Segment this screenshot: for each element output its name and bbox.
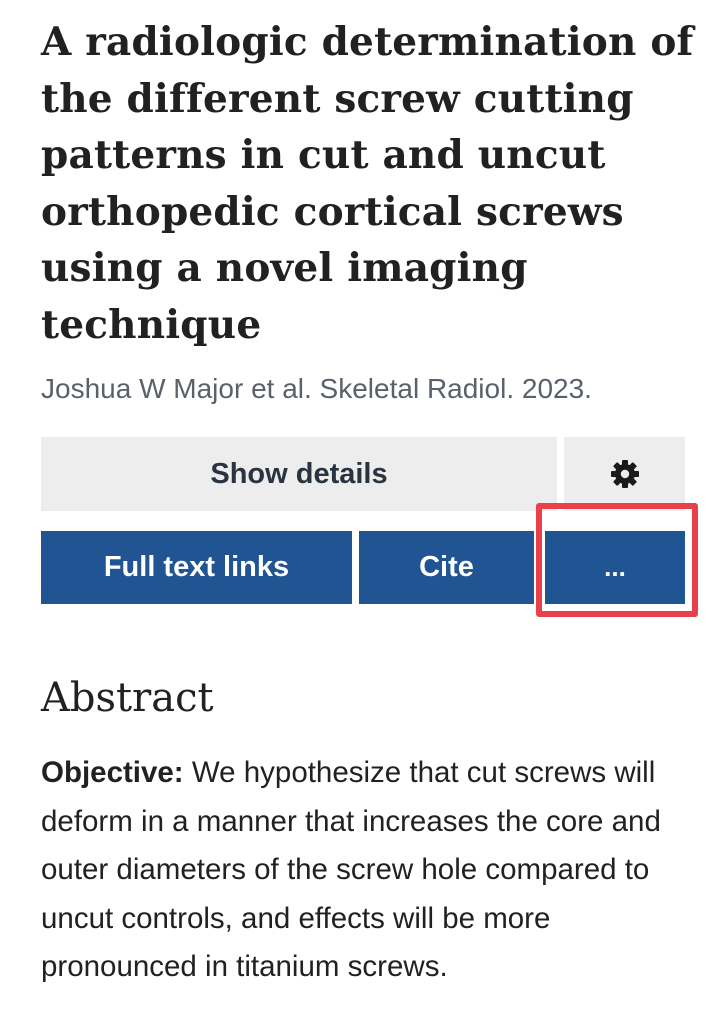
article-citation: Joshua W Major et al. Skeletal Radiol. 2…	[41, 373, 592, 404]
objective-text: We hypothesize that cut screws will defo…	[41, 756, 661, 983]
show-details-button[interactable]: Show details	[41, 437, 557, 511]
more-actions-button[interactable]: ...	[545, 531, 685, 604]
objective-label: Objective:	[41, 756, 184, 789]
abstract-objective: Objective: We hypothesize that cut screw…	[41, 749, 701, 992]
cite-button[interactable]: Cite	[359, 531, 534, 604]
display-options-button[interactable]	[564, 437, 685, 511]
article-title: A radiologic determination of the differ…	[41, 19, 694, 348]
abstract-heading: Abstract	[41, 675, 214, 721]
gear-icon	[609, 458, 641, 490]
full-text-links-button[interactable]: Full text links	[41, 531, 352, 604]
